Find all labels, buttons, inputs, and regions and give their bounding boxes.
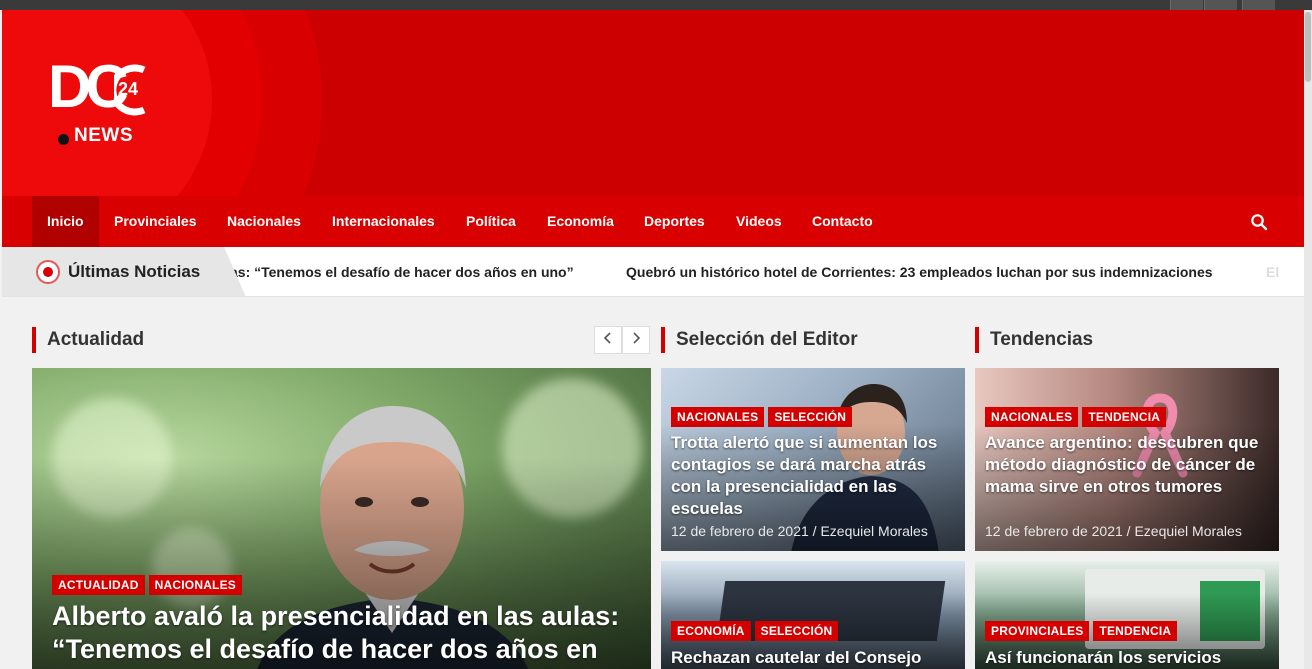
category-badge[interactable]: NACIONALES [985, 407, 1079, 427]
trending-badges: NACIONALES TENDENCIA [985, 407, 1167, 427]
category-badge[interactable]: TENDENCIA [1082, 407, 1167, 427]
breaking-news-ticker: as: “Tenemos el desafío de hacer dos año… [2, 247, 1304, 297]
scrollbar[interactable] [1304, 10, 1312, 669]
ticker-headline[interactable]: as: “Tenemos el desafío de hacer dos año… [230, 264, 574, 280]
trending-story-card[interactable]: PROVINCIALES TENDENCIA Así funcionarán l… [975, 561, 1279, 669]
editor-badges: NACIONALES SELECCIÓN [671, 407, 853, 427]
chevron-right-icon [633, 332, 641, 344]
nav-item-contacto[interactable]: Contacto [797, 196, 888, 247]
editor-story-title[interactable]: Trotta alertó que si aumentan los contag… [671, 432, 961, 520]
nav-item-economia[interactable]: Economía [532, 196, 629, 247]
category-badge[interactable]: ECONOMÍA [671, 621, 751, 641]
trending-story-title[interactable]: Avance argentino: descubren que método d… [985, 432, 1275, 498]
nav-item-inicio[interactable]: Inicio [32, 196, 99, 247]
nav-item-deportes[interactable]: Deportes [629, 196, 720, 247]
category-badge[interactable]: PROVINCIALES [985, 621, 1090, 641]
carousel-prev-button[interactable] [594, 326, 622, 354]
trending-story-title[interactable]: Así funcionarán los servicios [985, 647, 1275, 669]
ticker-headline[interactable]: Quebró un histórico hotel de Corrientes:… [626, 264, 1213, 280]
category-badge[interactable]: NACIONALES [671, 407, 765, 427]
scrollbar-thumb[interactable] [1305, 12, 1311, 82]
top-bar-button[interactable] [1170, 0, 1203, 10]
nav-item-politica[interactable]: Política [451, 196, 531, 247]
category-badge[interactable]: SELECCIÓN [768, 407, 853, 427]
top-bar-button[interactable] [1204, 0, 1237, 10]
trending-badges: PROVINCIALES TENDENCIA [985, 621, 1178, 641]
main-story-badges: ACTUALIDAD NACIONALES [52, 575, 242, 595]
trending-story-meta: 12 de febrero de 2021 / Ezequiel Morales [985, 523, 1242, 539]
editor-badges: ECONOMÍA SELECCIÓN [671, 621, 839, 641]
top-bar-button[interactable] [1242, 0, 1275, 10]
category-badge[interactable]: SELECCIÓN [754, 621, 839, 641]
chevron-left-icon [603, 332, 611, 344]
category-badge[interactable]: TENDENCIA [1093, 621, 1178, 641]
nav-item-nacionales[interactable]: Nacionales [212, 196, 316, 247]
carousel-controls [594, 326, 651, 354]
logo-number: 24 [118, 79, 139, 99]
title-line: “Tenemos el desafío de hacer dos años en [52, 634, 598, 664]
nav-item-internacionales[interactable]: Internacionales [317, 196, 450, 247]
logo-dot [58, 134, 69, 145]
editor-story-card[interactable]: NACIONALES SELECCIÓN Trotta alertó que s… [661, 368, 965, 551]
ticker-label: Últimas Noticias [68, 262, 201, 281]
nav-item-provinciales[interactable]: Provinciales [99, 196, 212, 247]
site-logo[interactable]: DC 24 NEWS [48, 57, 158, 151]
section-title-actualidad: Actualidad [32, 327, 144, 353]
category-badge[interactable]: ACTUALIDAD [52, 575, 145, 595]
editor-story-title[interactable]: Rechazan cautelar del Consejo [671, 647, 961, 669]
main-story-card[interactable]: ACTUALIDAD NACIONALES Alberto avaló la p… [32, 368, 651, 669]
title-line: Alberto avaló la presencialidad en las a… [52, 601, 620, 631]
search-icon[interactable] [1250, 213, 1268, 231]
site-header [2, 10, 1304, 196]
trending-story-card[interactable]: NACIONALES TENDENCIA Avance argentino: d… [975, 368, 1279, 551]
carousel-next-button[interactable] [622, 326, 650, 354]
main-nav: Inicio Provinciales Nacionales Internaci… [2, 196, 1304, 247]
logo-word: NEWS [74, 125, 133, 146]
top-bar [0, 0, 1312, 10]
live-record-icon [36, 260, 60, 284]
main-story-title[interactable]: Alberto avaló la presencialidad en las a… [52, 600, 642, 666]
ticker-headline[interactable]: El [1266, 264, 1279, 280]
editor-story-card[interactable]: ECONOMÍA SELECCIÓN Rechazan cautelar del… [661, 561, 965, 669]
editor-story-meta: 12 de febrero de 2021 / Ezequiel Morales [671, 523, 928, 539]
section-title-editor: Selección del Editor [661, 327, 858, 353]
logo-letters: DC [48, 53, 129, 120]
nav-item-videos[interactable]: Videos [721, 196, 797, 247]
section-title-tendencias: Tendencias [975, 327, 1093, 353]
category-badge[interactable]: NACIONALES [148, 575, 242, 595]
